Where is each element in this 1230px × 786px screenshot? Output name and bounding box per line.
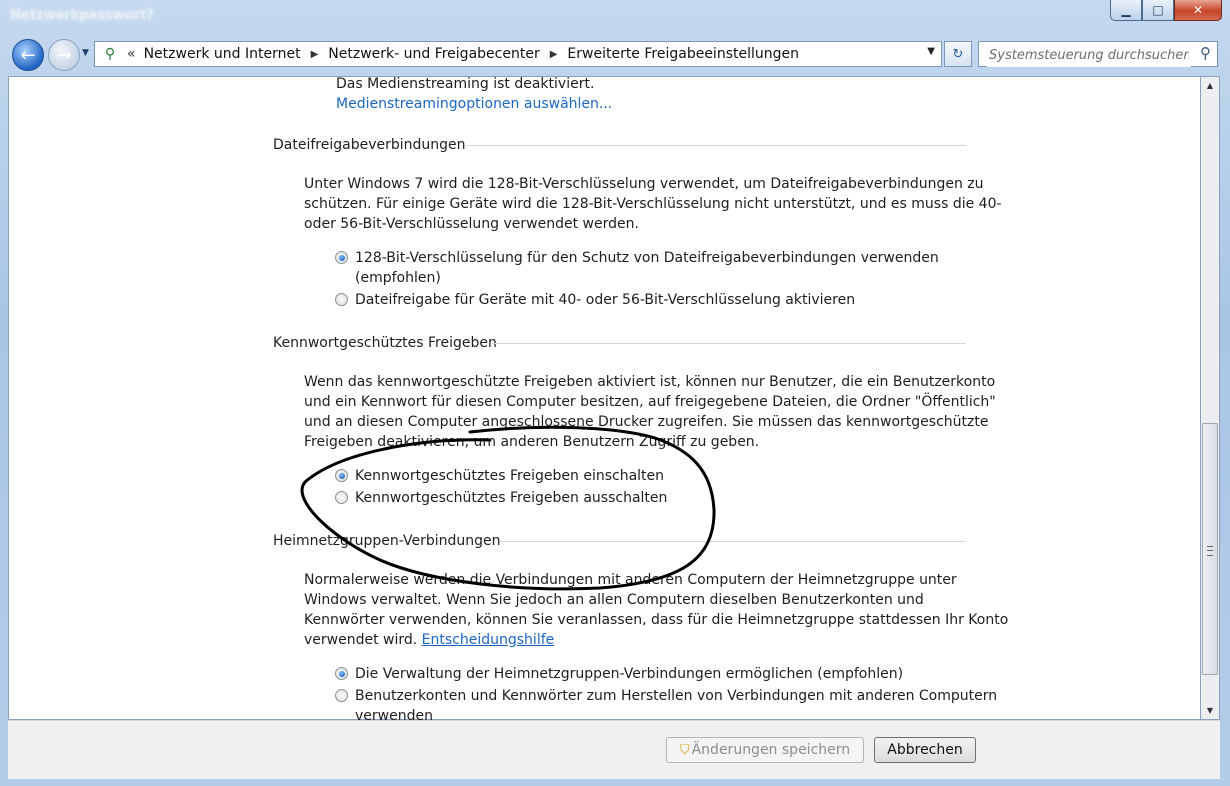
forward-button[interactable]: → <box>48 39 80 71</box>
scroll-up-icon[interactable]: ▲ <box>1201 77 1219 94</box>
back-button[interactable]: ← <box>12 39 44 71</box>
file-sharing-desc-line: schützen. Für einige Geräte wird die 128… <box>304 196 1002 212</box>
radio-button-selected[interactable] <box>335 251 348 264</box>
section-title-file-sharing: Dateifreigabeverbindungen <box>273 137 466 153</box>
minimize-icon: ▁ <box>1121 3 1131 17</box>
grip-icon <box>1207 546 1213 556</box>
vertical-scrollbar[interactable]: ▲ ▼ <box>1200 76 1220 720</box>
section-divider <box>466 145 966 146</box>
maximize-button[interactable]: □ <box>1142 0 1174 21</box>
section-divider <box>492 343 966 344</box>
radio-homegroup-managed[interactable]: Die Verwaltung der Heimnetzgruppen-Verbi… <box>335 664 903 684</box>
homegroup-desc-line: verwendet wird. <box>304 632 418 648</box>
radio-40-56bit-encryption[interactable]: Dateifreigabe für Geräte mit 40- oder 56… <box>335 290 855 310</box>
radio-label-line: Benutzerkonten und Kennwörter zum Herste… <box>355 688 998 704</box>
radio-button[interactable] <box>335 689 348 702</box>
homegroup-desc-line: Windows verwaltet. Wenn Sie jedoch an al… <box>304 592 924 608</box>
window-controls: ▁ □ ✕ <box>1110 0 1222 21</box>
file-sharing-desc-line: Unter Windows 7 wird die 128-Bit-Verschl… <box>304 176 984 192</box>
save-changes-button[interactable]: ⛉ Änderungen speichern <box>666 737 864 763</box>
scroll-down-icon[interactable]: ▼ <box>1201 702 1219 719</box>
radio-label: Die Verwaltung der Heimnetzgruppen-Verbi… <box>355 666 904 682</box>
media-streaming-status: Das Medienstreaming ist deaktiviert. <box>336 76 595 92</box>
radio-password-sharing-on[interactable]: Kennwortgeschütztes Freigeben einschalte… <box>335 466 664 486</box>
search-input[interactable] <box>987 43 1191 67</box>
breadcrumb-separator-icon[interactable]: ▶ <box>311 49 319 60</box>
section-title-homegroup: Heimnetzgruppen-Verbindungen <box>273 533 501 549</box>
cancel-button[interactable]: Abbrechen <box>874 737 976 763</box>
radio-button[interactable] <box>335 491 348 504</box>
radio-button-selected[interactable] <box>335 667 348 680</box>
radio-128bit-encryption[interactable]: 128-Bit-Verschlüsselung für den Schutz v… <box>335 248 939 288</box>
radio-label: Kennwortgeschütztes Freigeben ausschalte… <box>355 490 668 506</box>
radio-label-line: (empfohlen) <box>355 270 441 286</box>
navigation-bar: ← → ▼ ⚲ « Netzwerk und Internet ▶ Netzwe… <box>0 36 1230 74</box>
back-arrow-icon: ← <box>20 44 36 66</box>
refresh-button[interactable]: ↻ <box>944 41 972 67</box>
homegroup-desc-line: Kennwörter verwenden, können Sie veranla… <box>304 612 1009 628</box>
minimize-button[interactable]: ▁ <box>1110 0 1142 21</box>
breadcrumb-sharing-center[interactable]: Netzwerk- und Freigabecenter <box>328 46 539 62</box>
window-title: Netzwerkpasswort? <box>10 8 155 23</box>
password-sharing-desc-line: und ein Kennwort für diesen Computer bes… <box>304 394 996 410</box>
media-streaming-options-link[interactable]: Medienstreamingoptionen auswählen... <box>336 94 612 114</box>
scrollbar-thumb[interactable] <box>1202 423 1218 675</box>
file-sharing-desc-line: oder 56-Bit-Verschlüsselung verwendet we… <box>304 216 639 232</box>
password-sharing-desc-line: Wenn das kennwortgeschützte Freigeben ak… <box>304 374 996 390</box>
homegroup-desc-line: Normalerweise werden die Verbindungen mi… <box>304 572 957 588</box>
radio-label: 128-Bit-Verschlüsselung für den Schutz v… <box>355 248 939 288</box>
section-divider <box>500 541 966 542</box>
breadcrumb-network-internet[interactable]: Netzwerk und Internet <box>144 46 301 62</box>
breadcrumb-advanced-sharing[interactable]: Erweiterte Freigabeeinstellungen <box>567 46 799 62</box>
search-icon[interactable]: ⚲ <box>1200 44 1211 62</box>
address-dropdown-icon[interactable]: ▼ <box>927 46 935 57</box>
radio-label: Kennwortgeschütztes Freigeben einschalte… <box>355 468 665 484</box>
radio-button[interactable] <box>335 293 348 306</box>
maximize-icon: □ <box>1152 3 1164 17</box>
radio-button-selected[interactable] <box>335 469 348 482</box>
recent-pages-button[interactable]: ▼ <box>82 48 89 58</box>
close-icon: ✕ <box>1192 3 1204 17</box>
uac-shield-icon: ⛉ <box>679 742 690 758</box>
forward-arrow-icon: → <box>56 44 72 66</box>
chevron-down-icon: ▼ <box>82 48 89 58</box>
footer-bar <box>8 720 1220 779</box>
title-bar: Netzwerkpasswort? ▁ □ ✕ <box>0 0 1230 34</box>
section-title-password-sharing: Kennwortgeschütztes Freigeben <box>273 335 497 351</box>
radio-password-sharing-off[interactable]: Kennwortgeschütztes Freigeben ausschalte… <box>335 488 667 508</box>
radio-label-line: 128-Bit-Verschlüsselung für den Schutz v… <box>355 250 939 266</box>
network-icon: ⚲ <box>104 46 116 62</box>
refresh-icon: ↻ <box>952 46 964 62</box>
save-changes-label: Änderungen speichern <box>691 742 851 758</box>
chevron-double-left-icon[interactable]: « <box>127 46 136 62</box>
cancel-label: Abbrechen <box>887 742 963 758</box>
breadcrumb-separator-icon[interactable]: ▶ <box>550 49 558 60</box>
close-button[interactable]: ✕ <box>1174 0 1222 21</box>
search-box[interactable]: ⚲ <box>978 41 1218 67</box>
address-bar[interactable]: ⚲ « Netzwerk und Internet ▶ Netzwerk- un… <box>94 41 942 67</box>
decision-help-link[interactable]: Entscheidungshilfe <box>422 632 555 648</box>
homegroup-desc-last-line: verwendet wird. Entscheidungshilfe <box>304 630 554 650</box>
radio-label: Dateifreigabe für Geräte mit 40- oder 56… <box>355 292 856 308</box>
password-sharing-desc-line: Freigeben deaktivieren, um anderen Benut… <box>304 434 760 450</box>
password-sharing-desc-line: und an diesen Computer angeschlossene Dr… <box>304 414 989 430</box>
